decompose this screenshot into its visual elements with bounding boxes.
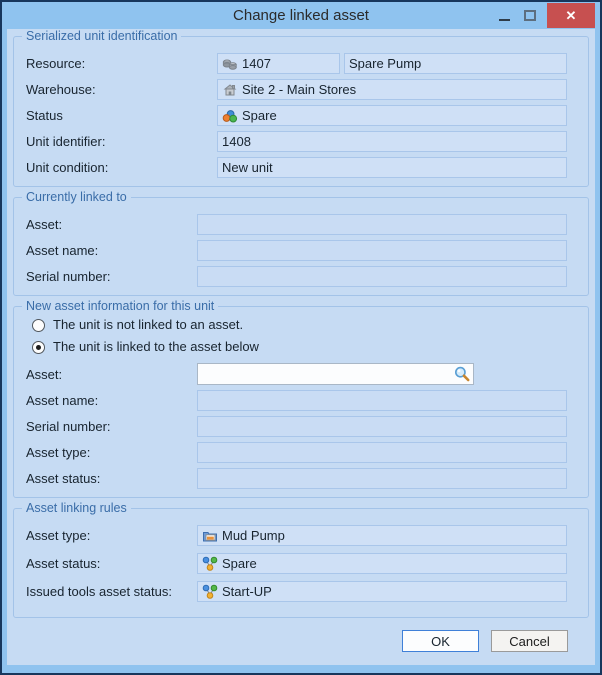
current-serial-number-label: Serial number:: [26, 269, 111, 284]
change-linked-asset-dialog: Change linked asset ✕ Serialized unit id…: [0, 0, 602, 675]
colored-cubes-icon: [222, 108, 238, 124]
radio-button[interactable]: [32, 318, 45, 332]
new-asset-status-label: Asset status:: [26, 471, 101, 486]
new-asset-name-row: Asset name:: [26, 390, 567, 411]
warehouse-field: Site 2 - Main Stores: [217, 79, 567, 100]
radio-linked-below[interactable]: The unit is linked to the asset below: [32, 339, 567, 355]
dialog-body: Serialized unit identification Resource:…: [7, 29, 595, 665]
unit-condition-label: Unit condition:: [26, 160, 109, 175]
rule-asset-status-label: Asset status:: [26, 556, 101, 571]
resource-row: Resource: 1407 Spare Pump: [26, 53, 567, 74]
cancel-button[interactable]: Cancel: [491, 630, 568, 652]
unit-condition-row: Unit condition: New unit: [26, 157, 567, 178]
machine-parts-icon: [222, 56, 238, 72]
status-hierarchy-icon: [202, 584, 218, 600]
rule-asset-type-value: Mud Pump: [222, 528, 285, 543]
group-title: New asset information for this unit: [22, 299, 219, 313]
maximize-icon: [524, 10, 536, 21]
unit-identifier-field: 1408: [217, 131, 567, 152]
rule-asset-type-field: Mud Pump: [197, 525, 567, 546]
close-button[interactable]: ✕: [547, 3, 595, 28]
current-asset-name-row: Asset name:: [26, 240, 567, 261]
unit-condition-field: New unit: [217, 157, 567, 178]
rule-asset-type-label: Asset type:: [26, 528, 91, 543]
group-title: Asset linking rules: [22, 501, 131, 515]
new-asset-type-label: Asset type:: [26, 445, 91, 460]
radio-not-linked-label: The unit is not linked to an asset.: [53, 317, 244, 332]
group-title: Serialized unit identification: [22, 29, 182, 43]
minimize-button[interactable]: [491, 3, 517, 28]
group-new-asset-information: New asset information for this unit The …: [13, 299, 589, 498]
status-row: Status Spare: [26, 105, 567, 126]
current-asset-field: [197, 214, 567, 235]
new-asset-type-row: Asset type:: [26, 442, 567, 463]
unit-identifier-value: 1408: [222, 134, 251, 149]
ok-button-label: OK: [431, 633, 450, 649]
rule-asset-status-field: Spare: [197, 553, 567, 574]
new-serial-number-row: Serial number:: [26, 416, 567, 437]
new-serial-number-field: [197, 416, 567, 437]
new-asset-label: Asset:: [26, 366, 63, 382]
current-serial-number-field: [197, 266, 567, 287]
status-value: Spare: [242, 108, 277, 123]
group-title: Currently linked to: [22, 190, 131, 204]
resource-id-value: 1407: [242, 56, 271, 71]
warehouse-row: Warehouse: Site 2 - Main Stores: [26, 79, 567, 100]
unit-identifier-label: Unit identifier:: [26, 134, 106, 149]
close-icon: ✕: [565, 7, 577, 23]
current-asset-row: Asset:: [26, 214, 567, 235]
new-asset-type-field: [197, 442, 567, 463]
new-asset-status-field: [197, 468, 567, 489]
resource-name-value: Spare Pump: [349, 56, 422, 71]
group-asset-linking-rules: Asset linking rules Asset type: Mud Pump…: [13, 501, 589, 618]
rule-asset-status-value: Spare: [222, 556, 257, 571]
status-field: Spare: [217, 105, 567, 126]
rule-issued-tools-status-value: Start-UP: [222, 584, 272, 599]
maximize-button[interactable]: [517, 3, 543, 28]
rule-issued-tools-status-row: Issued tools asset status: Start-UP: [26, 581, 567, 602]
new-asset-row: Asset:: [26, 363, 567, 385]
rule-asset-type-row: Asset type: Mud Pump: [26, 525, 567, 546]
new-asset-search-input[interactable]: [202, 365, 453, 383]
cancel-button-label: Cancel: [509, 633, 550, 649]
current-serial-number-row: Serial number:: [26, 266, 567, 287]
new-serial-number-label: Serial number:: [26, 419, 111, 434]
resource-name-field: Spare Pump: [344, 53, 567, 74]
rule-issued-tools-status-label: Issued tools asset status:: [26, 584, 172, 599]
rule-issued-tools-status-field: Start-UP: [197, 581, 567, 602]
minimize-icon: [498, 18, 510, 21]
magnifier-icon[interactable]: [453, 365, 471, 383]
radio-not-linked[interactable]: The unit is not linked to an asset.: [32, 317, 567, 333]
radio-button[interactable]: [32, 340, 45, 354]
current-asset-name-label: Asset name:: [26, 243, 99, 258]
unit-condition-value: New unit: [222, 160, 273, 175]
folder-image-icon: [202, 528, 218, 544]
new-asset-search-field[interactable]: [197, 363, 474, 385]
rule-asset-status-row: Asset status: Spare: [26, 553, 567, 574]
warehouse-value: Site 2 - Main Stores: [242, 82, 357, 97]
group-currently-linked-to: Currently linked to Asset: Asset name: S…: [13, 190, 589, 296]
building-icon: [222, 82, 238, 98]
ok-button[interactable]: OK: [402, 630, 479, 652]
status-label: Status: [26, 108, 63, 123]
current-asset-name-field: [197, 240, 567, 261]
status-hierarchy-icon: [202, 556, 218, 572]
resource-label: Resource:: [26, 56, 86, 71]
new-asset-name-field: [197, 390, 567, 411]
new-asset-status-row: Asset status:: [26, 468, 567, 489]
unit-identifier-row: Unit identifier: 1408: [26, 131, 567, 152]
warehouse-label: Warehouse:: [26, 82, 96, 97]
new-asset-name-label: Asset name:: [26, 393, 99, 408]
radio-linked-below-label: The unit is linked to the asset below: [53, 339, 259, 354]
title-bar[interactable]: Change linked asset ✕: [7, 2, 595, 29]
group-serialized-unit-identification: Serialized unit identification Resource:…: [13, 29, 589, 187]
current-asset-label: Asset:: [26, 217, 63, 232]
resource-id-field: 1407: [217, 53, 340, 74]
